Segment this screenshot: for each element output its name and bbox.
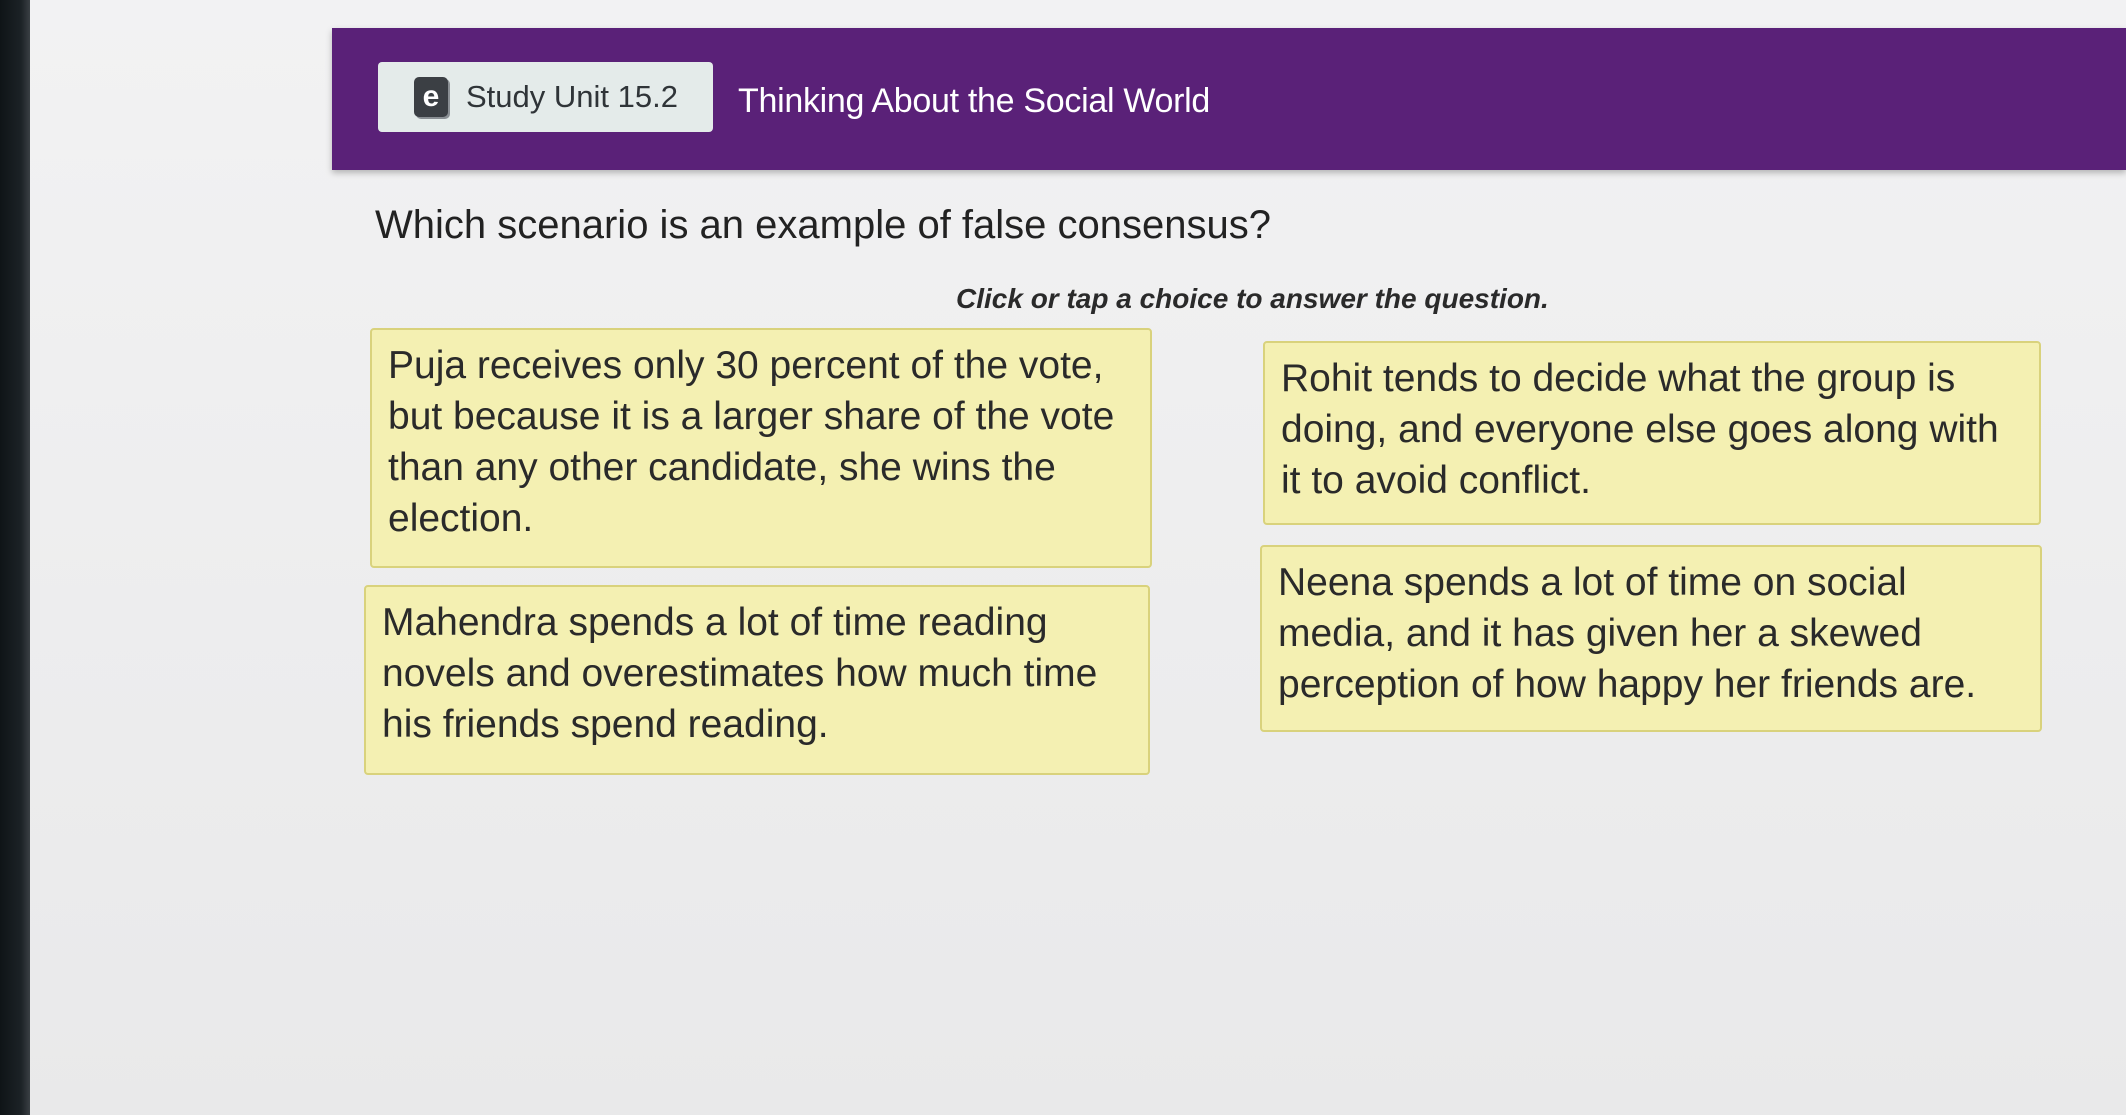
answer-choice-puja[interactable]: Puja receives only 30 percent of the vot… [370, 328, 1152, 568]
answer-choice-mahendra[interactable]: Mahendra spends a lot of time reading no… [364, 585, 1150, 775]
answer-choice-rohit[interactable]: Rohit tends to decide what the group is … [1263, 341, 2041, 525]
ebook-icon: e [414, 77, 448, 117]
study-unit-label: Study Unit 15.2 [466, 79, 678, 114]
question-prompt: Which scenario is an example of false co… [375, 203, 1272, 247]
unit-title: Thinking About the Social World [738, 82, 1211, 120]
answer-choice-neena[interactable]: Neena spends a lot of time on social med… [1260, 545, 2042, 732]
monitor-bezel [0, 0, 30, 1115]
study-unit-badge[interactable]: e Study Unit 15.2 [378, 62, 713, 132]
answer-instruction: Click or tap a choice to answer the ques… [956, 283, 1549, 314]
